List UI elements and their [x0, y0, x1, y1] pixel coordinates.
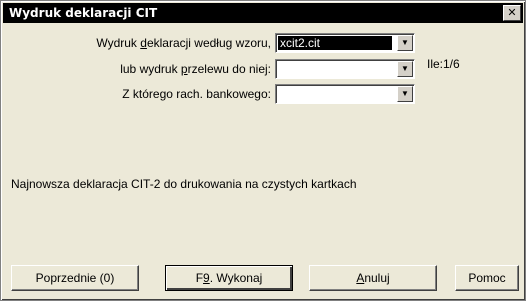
chevron-down-icon[interactable]: ▼: [397, 35, 413, 51]
dialog-window: Wydruk deklaracji CIT ✕ Wydruk deklaracj…: [0, 0, 526, 301]
template-label-pre: Wydruk: [96, 36, 141, 50]
account-select[interactable]: ▼: [275, 84, 415, 104]
transfer-value: [279, 62, 283, 76]
template-label-post: eklaracji według wzoru,: [146, 36, 271, 50]
chevron-down-icon[interactable]: ▼: [397, 86, 413, 102]
help-button[interactable]: Pomoc: [455, 265, 519, 291]
template-value: xcit2.cit: [278, 36, 392, 50]
transfer-label: lub wydruk przelewu do niej:: [41, 62, 271, 76]
transfer-label-post: rzelewu do niej:: [187, 62, 271, 76]
template-label: Wydruk deklaracji według wzoru,: [41, 36, 271, 50]
execute-label-pre: F: [195, 271, 204, 285]
template-label-key: d: [140, 36, 147, 50]
execute-label-key: 9: [203, 271, 210, 285]
cancel-button[interactable]: Anuluj: [309, 265, 437, 291]
template-select[interactable]: xcit2.cit ▼: [275, 33, 415, 53]
execute-label-post: . Wykonaj: [209, 271, 263, 285]
execute-button[interactable]: F9. Wykonaj: [165, 265, 293, 291]
transfer-label-key: p: [180, 62, 188, 76]
previous-button[interactable]: Poprzednie (0): [11, 265, 139, 291]
cancel-label-post: nuluj: [364, 271, 390, 285]
chevron-down-icon[interactable]: ▼: [397, 61, 413, 77]
transfer-label-pre: lub wydruk: [120, 62, 181, 76]
account-value: [279, 87, 283, 101]
info-text: Najnowsza deklaracja CIT-2 do drukowania…: [11, 177, 357, 191]
account-label: Z którego rach. bankowego:: [122, 87, 271, 101]
close-icon[interactable]: ✕: [503, 5, 521, 21]
title-bar[interactable]: Wydruk deklaracji CIT ✕: [3, 3, 523, 23]
copy-counter: Ile:1/6: [427, 57, 460, 71]
transfer-select[interactable]: ▼: [275, 59, 415, 79]
window-title: Wydruk deklaracji CIT: [9, 6, 158, 20]
